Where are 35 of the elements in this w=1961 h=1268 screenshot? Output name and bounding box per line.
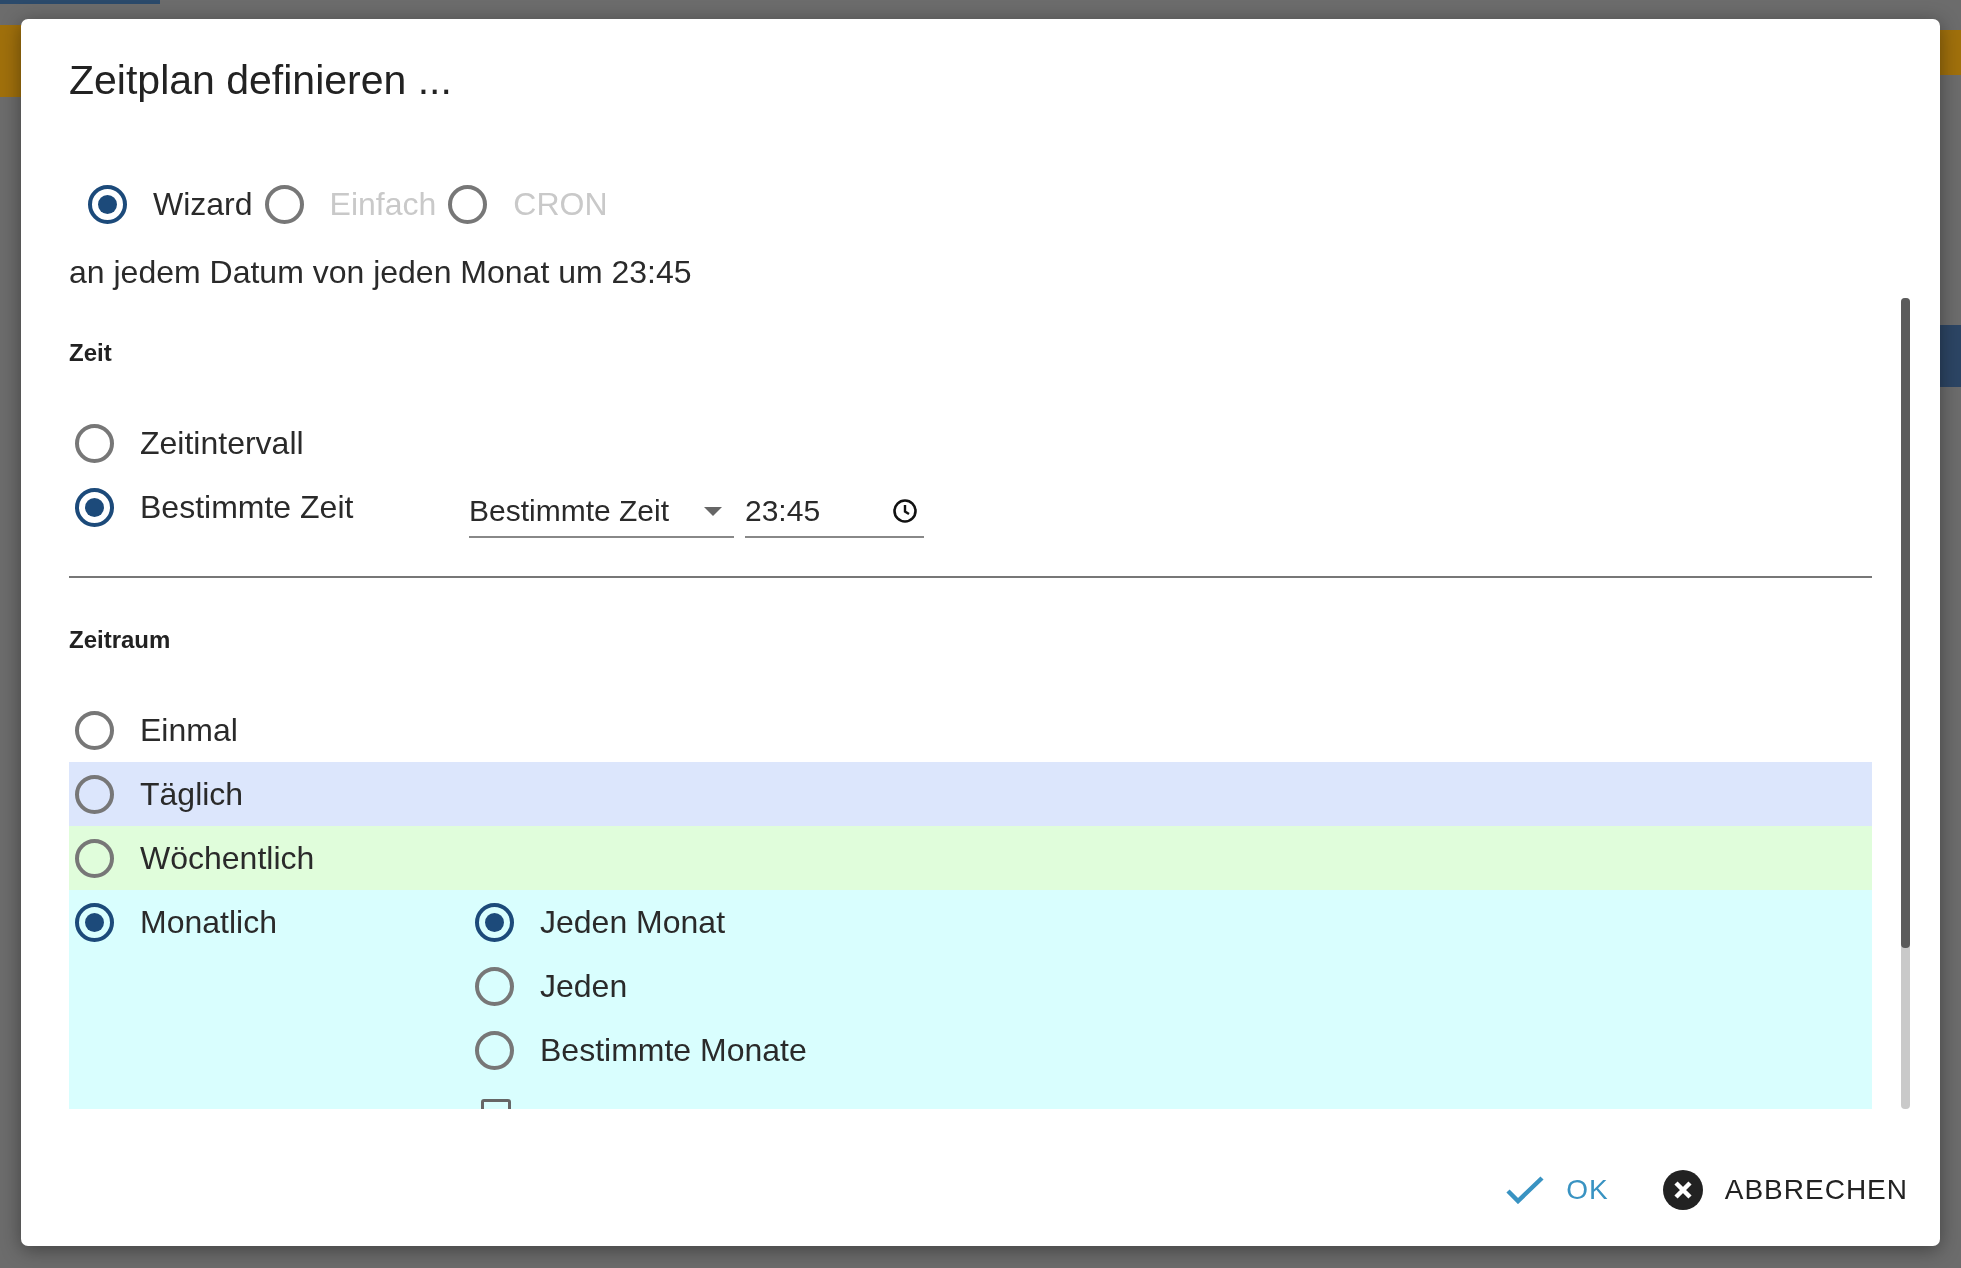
dialog-title: Zeitplan definieren ... [69,57,453,105]
radio-button[interactable] [75,902,114,942]
radio-button[interactable] [475,902,514,942]
section-heading: Zeit [69,339,113,368]
section-heading: Zeitraum [69,626,172,655]
radio-label[interactable]: Wöchentlich [114,839,475,877]
header-block [1940,325,1961,387]
radio-label[interactable]: Bestimmte Zeit [114,488,383,526]
radio-label[interactable]: Jeden Monat [514,903,737,941]
radio-label[interactable]: Jeden [514,967,640,1005]
radio-button[interactable] [75,487,114,527]
radio-label[interactable]: Monatlich [114,903,475,941]
close-icon [1662,1170,1703,1210]
radio-label[interactable]: Bestimmte Monate [514,1031,819,1069]
checkmark-icon [1506,1176,1545,1204]
time-field[interactable]: 23:45 [745,476,924,538]
radio-label[interactable]: Täglich [114,775,475,813]
radio-label[interactable]: Einmal [114,711,475,749]
radio-button[interactable] [75,774,114,814]
clock-icon[interactable] [892,498,918,524]
radio-button[interactable] [75,838,114,878]
radio-button[interactable] [75,423,114,463]
radio-button[interactable] [88,184,127,224]
radio-button[interactable] [475,1030,514,1070]
cancel-button[interactable]: ABBRECHEN [1658,1164,1912,1216]
radio-label[interactable]: Zeitintervall [114,424,383,462]
radio-button[interactable] [475,966,514,1006]
radio-button[interactable] [75,710,114,750]
scrollbar[interactable] [1901,298,1910,1109]
toolbar-block [0,25,22,97]
caret-icon [704,506,722,516]
radio-label[interactable]: Wizard [127,185,265,223]
toolbar-block [1940,30,1961,75]
schedule-summary: an jedem Datum von jeden Monat um 23:45 [69,254,693,292]
time-type-dropdown[interactable]: Bestimmte Zeit [469,476,734,538]
